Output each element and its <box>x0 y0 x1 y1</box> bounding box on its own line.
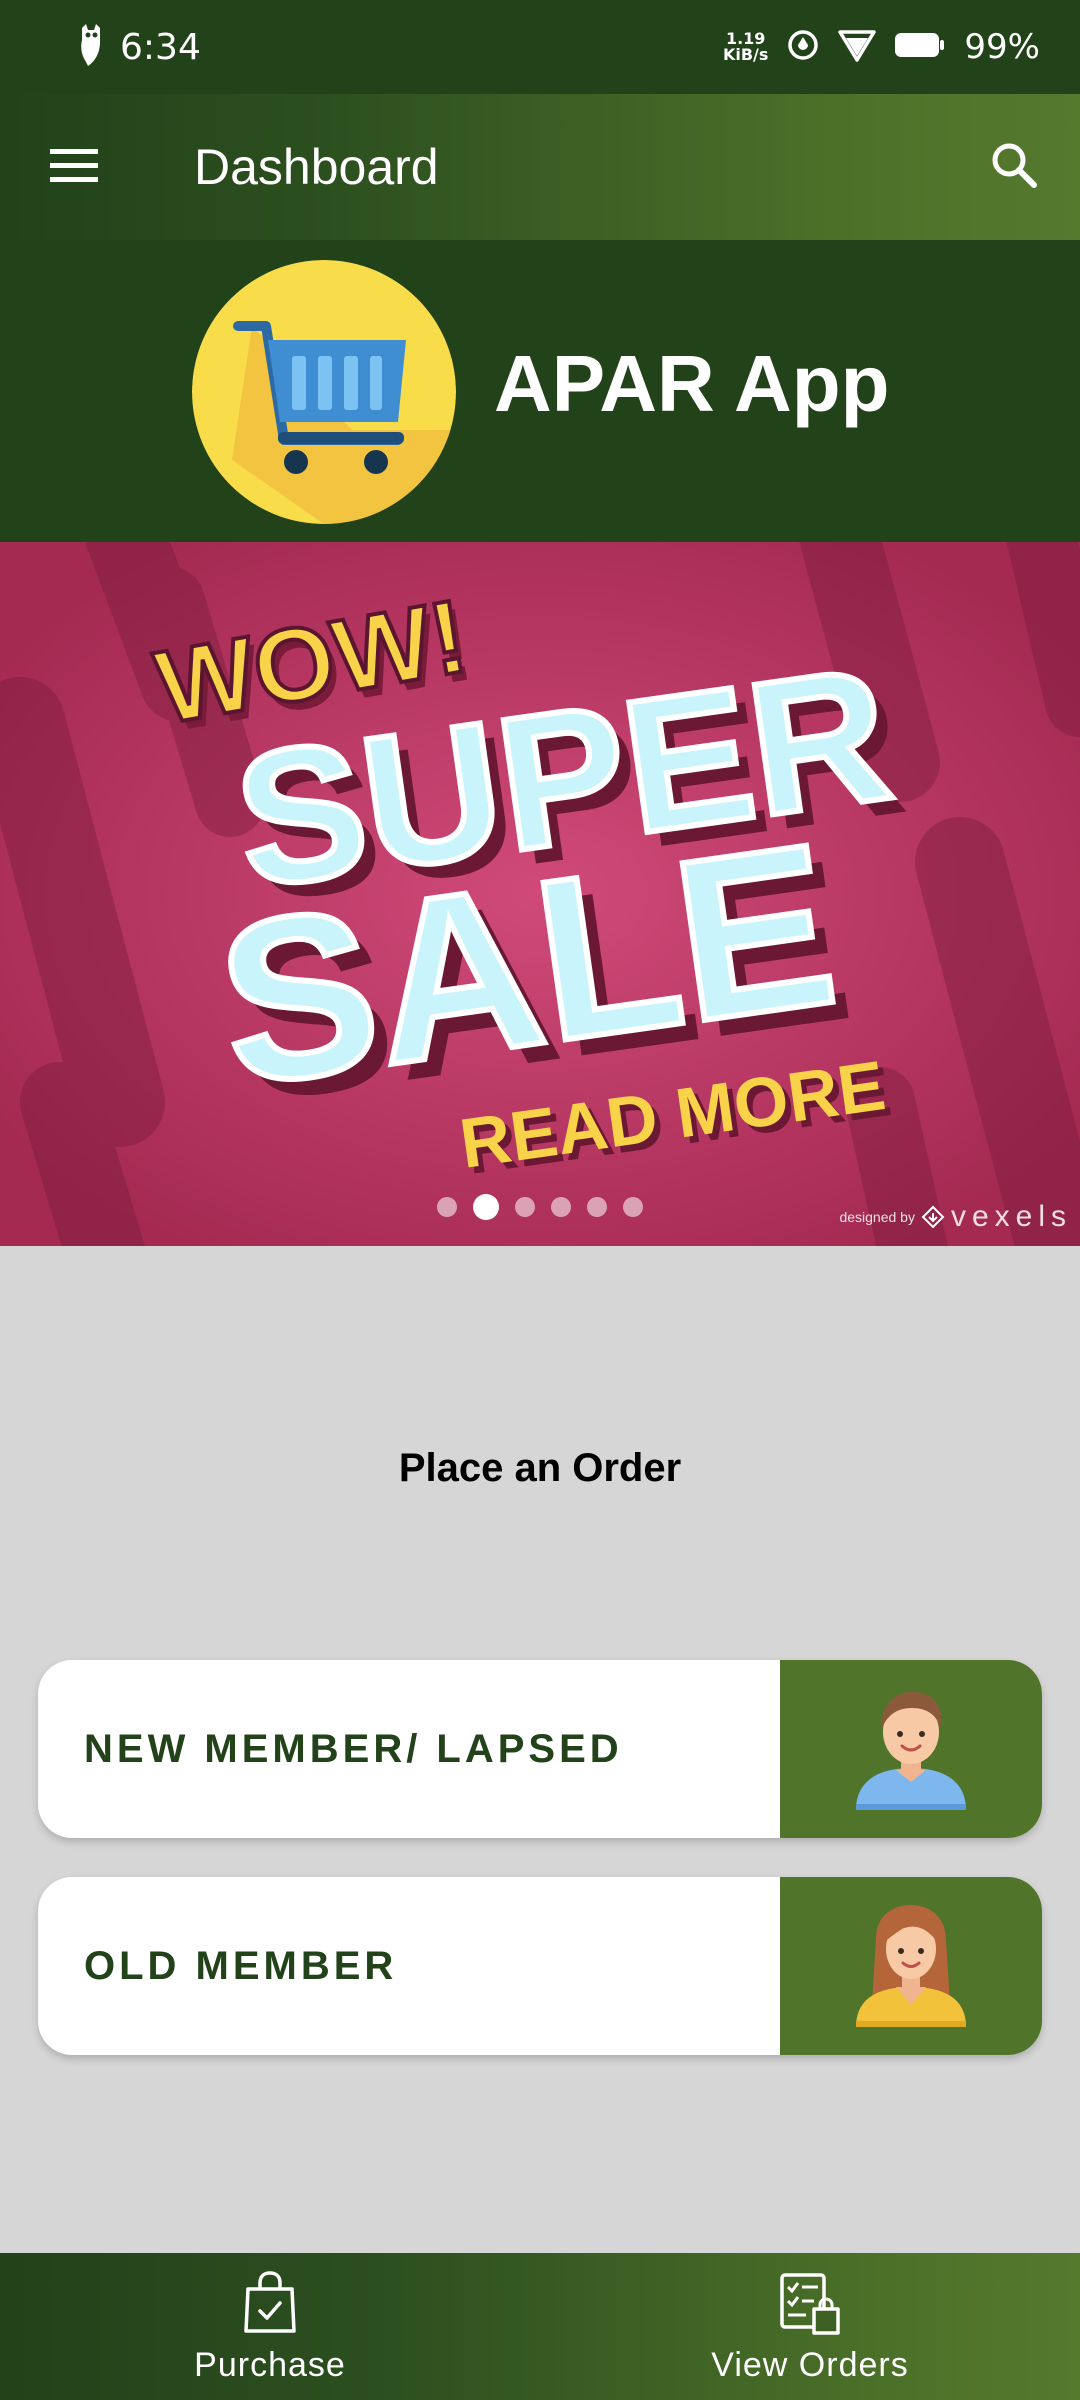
carousel-dot[interactable] <box>587 1197 607 1217</box>
old-member-button[interactable]: OLD MEMBER <box>38 1877 1042 2055</box>
shopping-bag-check-icon <box>242 2271 298 2340</box>
app-brand-name: APAR App <box>494 339 890 428</box>
carousel-dot[interactable] <box>437 1197 457 1217</box>
wifi-icon <box>838 28 877 67</box>
network-speed: 1.19 KiB/s <box>722 29 769 64</box>
app-header: APAR App <box>0 240 1080 542</box>
status-bar: 6:34 1.19 KiB/s 99% <box>0 0 1080 94</box>
nav-purchase-label: Purchase <box>194 2346 346 2384</box>
search-icon <box>990 141 1038 194</box>
orders-list-icon <box>778 2271 842 2340</box>
menu-button[interactable] <box>46 139 102 195</box>
carousel-dot[interactable] <box>473 1194 499 1220</box>
data-saver-icon <box>786 28 820 67</box>
section-title: Place an Order <box>398 1446 682 1490</box>
owl-notification-icon <box>76 22 106 73</box>
nav-view-orders[interactable]: View Orders <box>540 2253 1080 2400</box>
battery-percent: 99% <box>964 27 1040 67</box>
promo-banner-carousel[interactable]: WOW! WOW! SUPER SUPER SALE SALE READ MOR… <box>0 542 1080 1246</box>
hamburger-menu-icon <box>50 147 98 188</box>
old-member-avatar-panel <box>780 1877 1042 2055</box>
old-member-label: OLD MEMBER <box>84 1943 398 1988</box>
male-avatar-icon <box>846 1682 976 1817</box>
new-member-button[interactable]: NEW MEMBER/ LAPSED <box>38 1660 1042 1838</box>
carousel-dot[interactable] <box>515 1197 535 1217</box>
super-sale-text-art: WOW! WOW! SUPER SUPER SALE SALE READ MOR… <box>146 576 916 1189</box>
carousel-dot[interactable] <box>623 1197 643 1217</box>
new-member-avatar-panel <box>780 1660 1042 1838</box>
search-button[interactable] <box>984 137 1044 197</box>
vexels-logo-icon <box>921 1205 945 1229</box>
nav-purchase[interactable]: Purchase <box>0 2253 540 2400</box>
nav-view-orders-label: View Orders <box>711 2346 909 2384</box>
carousel-dot[interactable] <box>551 1197 571 1217</box>
shopping-cart-icon <box>192 260 456 524</box>
female-avatar-icon <box>846 1899 976 2034</box>
app-logo <box>192 260 456 524</box>
battery-icon <box>894 31 946 64</box>
status-time: 6:34 <box>120 26 201 68</box>
banner-credit: designed by vexels <box>839 1200 1072 1233</box>
bottom-navigation: Purchase View Orders <box>0 2253 1080 2400</box>
page-title: Dashboard <box>194 139 439 195</box>
new-member-label: NEW MEMBER/ LAPSED <box>84 1726 623 1771</box>
app-bar: Dashboard <box>0 94 1080 240</box>
